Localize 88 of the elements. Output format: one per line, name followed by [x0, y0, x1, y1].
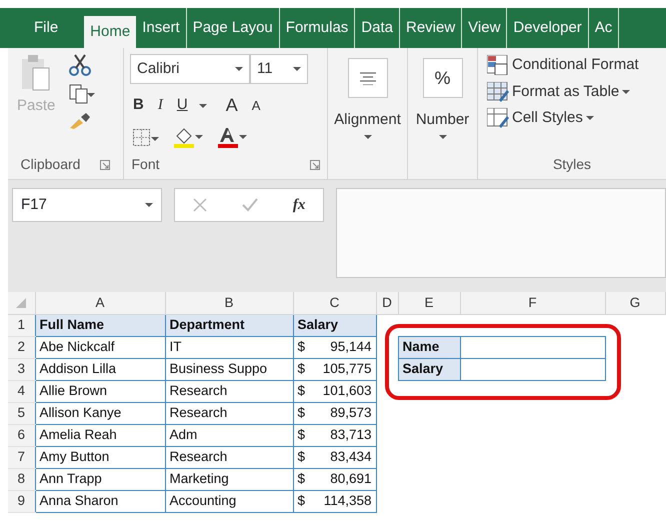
row-header[interactable]: 2 — [8, 336, 35, 358]
table-cell: Addison Lilla — [35, 358, 165, 380]
table-cell: Accounting — [165, 490, 293, 512]
table-cell: Allison Kanye — [35, 402, 165, 424]
row-header[interactable]: 1 — [8, 314, 35, 336]
font-size-field[interactable]: 11 — [250, 54, 308, 84]
group-label: Styles — [552, 155, 592, 174]
table-cell: IT — [165, 336, 293, 358]
table-cell: Marketing — [165, 468, 293, 490]
table-cell: $ 101,603 — [293, 380, 376, 402]
row-header[interactable]: 5 — [8, 402, 35, 424]
ribbon-button[interactable]: % Number — [412, 54, 472, 138]
column-header[interactable]: B — [165, 292, 293, 314]
formula-input[interactable] — [336, 188, 666, 278]
align-icon — [358, 71, 376, 85]
table-cell: Research — [165, 380, 293, 402]
table-cell: Amy Button — [35, 446, 165, 468]
caret-icon — [622, 90, 630, 94]
column-header[interactable]: C — [293, 292, 376, 314]
table-cell: Business Suppo — [165, 358, 293, 380]
caret-icon — [145, 203, 153, 207]
ribbon-tab[interactable]: File — [8, 8, 84, 48]
italic-button[interactable]: I — [154, 94, 166, 117]
column-header[interactable]: G — [605, 292, 665, 314]
clipboard-icon — [21, 54, 52, 92]
group-label: Font — [131, 155, 160, 174]
table-cell: $ 105,775 — [293, 358, 376, 380]
ribbon-button[interactable]: Cell Styles — [484, 107, 660, 130]
table-cell: $ 89,573 — [293, 402, 376, 424]
table-cell: $ 80,691 — [293, 468, 376, 490]
font-color-icon[interactable] — [217, 127, 247, 149]
table-cell: Adm — [165, 424, 293, 446]
table-cell: $ 83,434 — [293, 446, 376, 468]
row-header[interactable]: 4 — [8, 380, 35, 402]
column-header[interactable]: E — [398, 292, 460, 314]
table-cell: Research — [165, 446, 293, 468]
launcher-icon[interactable] — [310, 160, 320, 170]
row-header[interactable]: 7 — [8, 446, 35, 468]
table-cell: Anna Sharon — [35, 490, 165, 512]
table-cell: Salary — [398, 358, 460, 380]
font-name-field[interactable]: Calibri — [130, 54, 250, 84]
ribbon-tab[interactable]: Home — [84, 16, 136, 48]
row-header[interactable]: 8 — [8, 468, 35, 490]
table-cell: $ 95,144 — [293, 336, 376, 358]
table-cell: Full Name — [35, 314, 165, 336]
table-cell: $ 114,358 — [293, 490, 376, 512]
table-cell: Research — [165, 402, 293, 424]
table-icon — [487, 82, 509, 102]
ribbon-button[interactable]: Conditional Format — [484, 54, 660, 76]
bold-button[interactable]: B — [130, 94, 147, 117]
caret-icon — [438, 134, 446, 138]
column-header[interactable]: A — [35, 292, 165, 314]
table-cell: Amelia Reah — [35, 424, 165, 446]
name-box[interactable]: F17 — [12, 188, 162, 222]
table-cell: $ 83,713 — [293, 424, 376, 446]
group-label: Clipboard — [20, 155, 80, 174]
brush-icon[interactable] — [69, 112, 92, 130]
table-cell: Name — [398, 336, 460, 358]
cell-styles-icon — [487, 108, 509, 128]
underline-button[interactable]: U — [174, 94, 191, 117]
checkmark-icon[interactable] — [242, 198, 258, 212]
ribbon-button[interactable]: Format as Table — [484, 80, 660, 103]
insert-function-button[interactable]: fx — [290, 194, 308, 216]
table-cell: Ann Trapp — [35, 468, 165, 490]
borders-icon[interactable] — [133, 129, 159, 147]
ribbon-button[interactable]: Alignment — [331, 54, 404, 138]
caret-icon — [235, 67, 243, 71]
caret-icon — [198, 104, 207, 108]
table-cell: Allie Brown — [35, 380, 165, 402]
row-header[interactable]: 6 — [8, 424, 35, 446]
column-header[interactable]: F — [460, 292, 605, 314]
launcher-icon[interactable] — [100, 160, 110, 170]
column-header[interactable]: D — [376, 292, 398, 314]
grow-font-button[interactable]: A — [222, 92, 241, 119]
caret-icon — [293, 67, 301, 71]
copy-icon[interactable] — [69, 84, 96, 104]
fill-color-icon[interactable] — [173, 127, 203, 149]
row-header[interactable]: 3 — [8, 358, 35, 380]
table-cell: Abe Nickcalf — [35, 336, 165, 358]
caret-icon — [364, 134, 372, 138]
percent-sign: % — [434, 66, 450, 90]
shrink-font-button[interactable]: A — [248, 96, 264, 116]
conditional-format-icon — [487, 55, 509, 76]
row-header[interactable]: 9 — [8, 490, 35, 512]
caret-icon — [586, 116, 594, 120]
table-cell: Salary — [293, 314, 376, 336]
table-cell: Department — [165, 314, 293, 336]
scissors-icon[interactable] — [69, 54, 92, 76]
